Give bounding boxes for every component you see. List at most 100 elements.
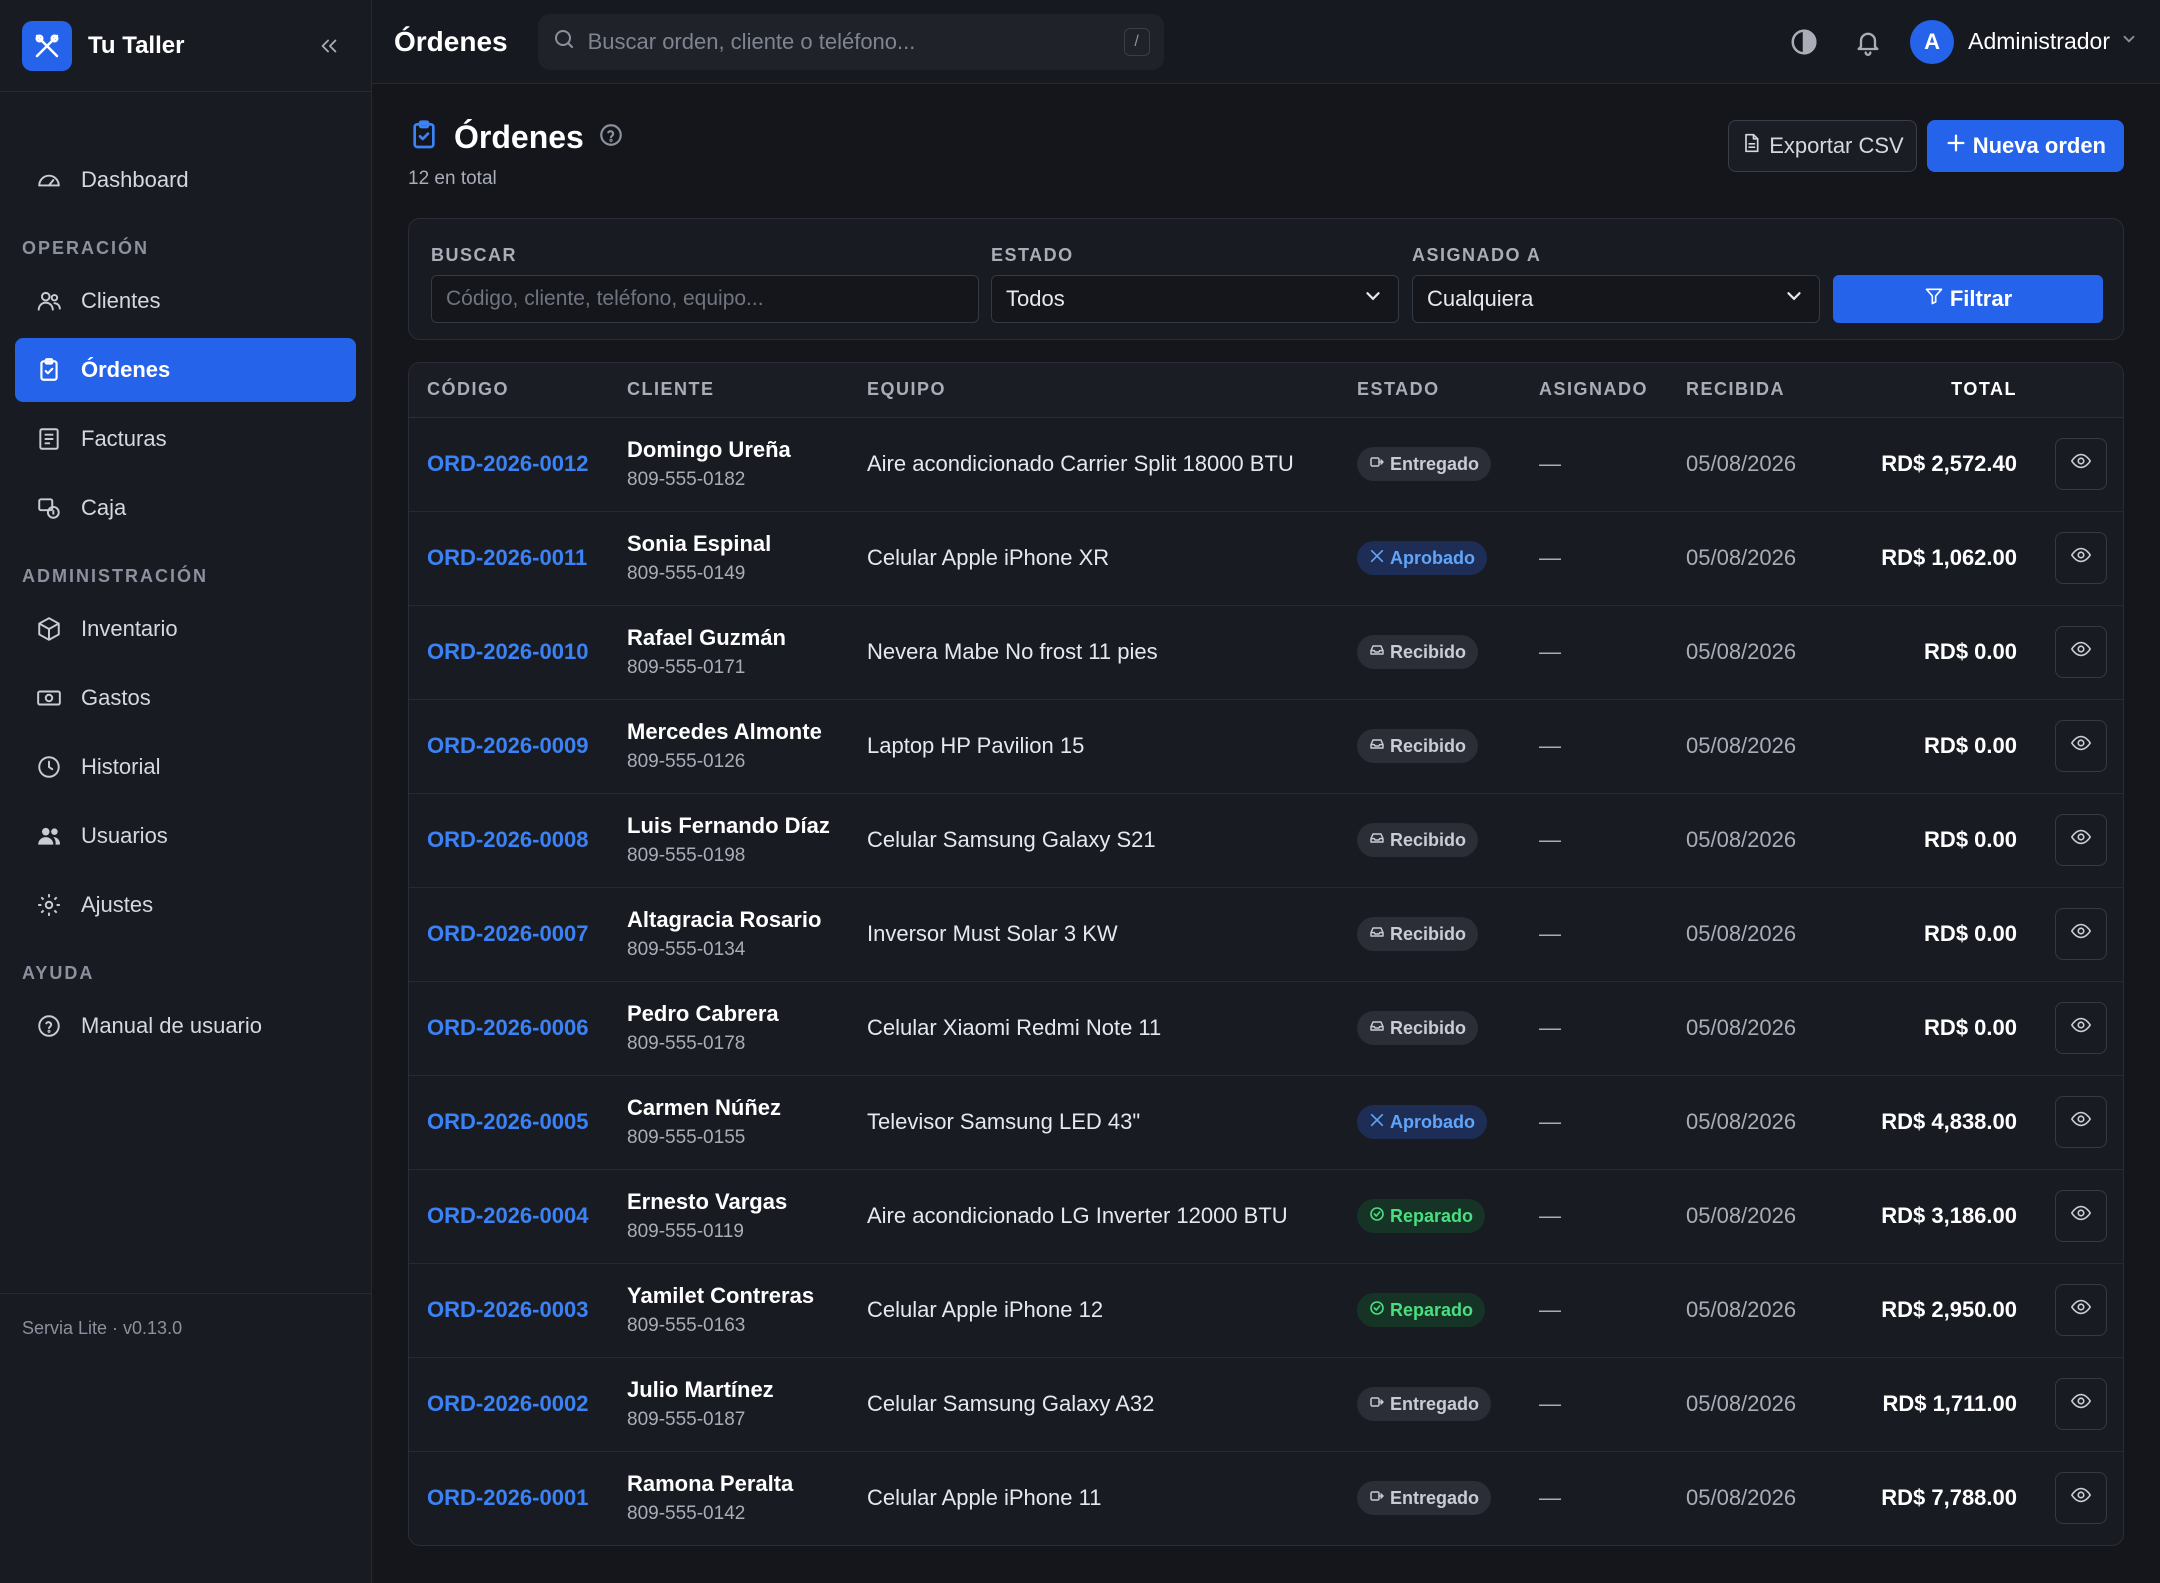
sidebar-item-facturas[interactable]: Facturas bbox=[15, 407, 356, 471]
sidebar-item-inventario[interactable]: Inventario bbox=[15, 597, 356, 661]
table-row[interactable]: ORD-2026-0010 Rafael Guzmán 809-555-0171 Ne… bbox=[409, 605, 2123, 700]
table-row[interactable]: ORD-2026-0009 Mercedes Almonte 809-555-012… bbox=[409, 699, 2123, 794]
order-code-link[interactable]: ORD-2026-0001 bbox=[427, 1485, 588, 1510]
global-search[interactable]: / bbox=[537, 13, 1164, 70]
bell-icon[interactable] bbox=[1846, 20, 1890, 64]
status-badge-label: Recibido bbox=[1390, 735, 1467, 756]
order-code-link[interactable]: ORD-2026-0007 bbox=[427, 921, 588, 946]
actions-cell bbox=[2017, 605, 2123, 700]
view-order-button[interactable] bbox=[2055, 1472, 2107, 1525]
filter-button[interactable]: Filtrar bbox=[1833, 275, 2103, 323]
order-code-link[interactable]: ORD-2026-0010 bbox=[427, 639, 588, 664]
client-cell: Ernesto Vargas 809-555-0119 bbox=[627, 1169, 867, 1264]
sidebar-item-gastos[interactable]: Gastos bbox=[15, 666, 356, 730]
view-order-button[interactable] bbox=[2055, 1002, 2107, 1054]
client-cell: Pedro Cabrera 809-555-0178 bbox=[627, 981, 867, 1076]
view-order-button[interactable] bbox=[2055, 626, 2107, 678]
column-header[interactable]: CLIENTE bbox=[627, 363, 867, 418]
view-order-button[interactable] bbox=[2055, 908, 2107, 960]
order-code-cell: ORD-2026-0003 bbox=[409, 1263, 627, 1358]
view-order-button[interactable] bbox=[2055, 814, 2107, 866]
table-row[interactable]: ORD-2026-0012 Domingo Ureña 809-555-0182 Ai… bbox=[409, 417, 2123, 512]
table-row[interactable]: ORD-2026-0001 Ramona Peralta 809-555-0142 C… bbox=[409, 1451, 2123, 1545]
column-header[interactable]: ESTADO bbox=[1357, 363, 1539, 418]
status-filter-label: ESTADO bbox=[991, 245, 1074, 265]
client-cell: Sonia Espinal 809-555-0149 bbox=[627, 511, 867, 606]
order-code-cell: ORD-2026-0008 bbox=[409, 793, 627, 888]
sidebar-section-title: OPERACIÓN bbox=[22, 238, 150, 258]
eye-icon bbox=[2070, 1296, 2092, 1324]
view-order-button[interactable] bbox=[2055, 720, 2107, 772]
sidebar-item-manual-de-usuario[interactable]: Manual de usuario bbox=[15, 994, 356, 1058]
sidebar-item-clientes[interactable]: Clientes bbox=[15, 269, 356, 333]
global-search-input[interactable] bbox=[587, 28, 1124, 55]
received-date-cell: 05/08/2026 bbox=[1686, 1263, 1841, 1358]
equipment-cell: Aire acondicionado LG Inverter 12000 BTU bbox=[867, 1169, 1357, 1264]
view-order-button[interactable] bbox=[2055, 1378, 2107, 1430]
search-filter-input[interactable] bbox=[446, 287, 964, 311]
status-badge-label: Entregado bbox=[1390, 453, 1480, 474]
sidebar-item-caja[interactable]: Caja bbox=[15, 476, 356, 540]
order-code-link[interactable]: ORD-2026-0012 bbox=[427, 451, 588, 476]
sidebar-item-historial[interactable]: Historial bbox=[15, 735, 356, 799]
column-header[interactable]: TOTAL bbox=[1841, 363, 2017, 418]
search-filter-field[interactable] bbox=[431, 275, 979, 323]
wrench-logo-icon bbox=[22, 20, 72, 71]
status-cell: Entregado bbox=[1357, 1451, 1539, 1545]
status-badge-label: Entregado bbox=[1390, 1487, 1480, 1508]
table-row[interactable]: ORD-2026-0006 Pedro Cabrera 809-555-0178 Ce… bbox=[409, 981, 2123, 1076]
total-cell: RD$ 0.00 bbox=[1841, 699, 2017, 794]
table-row[interactable]: ORD-2026-0011 Sonia Espinal 809-555-0149 Ce… bbox=[409, 511, 2123, 606]
table-row[interactable]: ORD-2026-0008 Luis Fernando Díaz 809-555-0… bbox=[409, 793, 2123, 888]
users-icon bbox=[35, 287, 63, 315]
table-row[interactable]: ORD-2026-0004 Ernesto Vargas 809-555-0119 A… bbox=[409, 1169, 2123, 1264]
status-select[interactable]: Todos bbox=[991, 275, 1399, 323]
sidebar-item-dashboard[interactable]: Dashboard bbox=[15, 148, 356, 212]
view-order-button[interactable] bbox=[2055, 1284, 2107, 1336]
table-row[interactable]: ORD-2026-0002 Julio Martínez 809-555-0187 C… bbox=[409, 1357, 2123, 1452]
client-cell: Mercedes Almonte 809-555-0126 bbox=[627, 699, 867, 794]
eye-icon bbox=[2070, 920, 2092, 948]
theme-toggle-icon[interactable] bbox=[1782, 20, 1826, 64]
view-order-button[interactable] bbox=[2055, 1096, 2107, 1148]
received-date-cell: 05/08/2026 bbox=[1686, 605, 1841, 700]
new-order-button[interactable]: Nueva orden bbox=[1926, 120, 2124, 172]
column-header[interactable]: EQUIPO bbox=[867, 363, 1357, 418]
order-code-link[interactable]: ORD-2026-0008 bbox=[427, 827, 588, 852]
total-cell: RD$ 0.00 bbox=[1841, 793, 2017, 888]
column-header[interactable]: RECIBIDA bbox=[1686, 363, 1841, 418]
sidebar-item--rdenes[interactable]: Órdenes bbox=[15, 338, 356, 402]
client-cell: Ramona Peralta 809-555-0142 bbox=[627, 1451, 867, 1545]
view-order-button[interactable] bbox=[2055, 1190, 2107, 1242]
column-header[interactable]: CÓDIGO bbox=[409, 363, 627, 418]
export-csv-button[interactable]: Exportar CSV bbox=[1728, 120, 1917, 172]
user-name[interactable]: Administrador bbox=[1968, 28, 2110, 55]
help-icon[interactable] bbox=[598, 122, 624, 153]
order-code-link[interactable]: ORD-2026-0005 bbox=[427, 1109, 588, 1134]
view-order-button[interactable] bbox=[2055, 438, 2107, 490]
sidebar-item-usuarios[interactable]: Usuarios bbox=[15, 804, 356, 868]
sidebar-item-ajustes[interactable]: Ajustes bbox=[15, 873, 356, 937]
order-code-link[interactable]: ORD-2026-0006 bbox=[427, 1015, 588, 1040]
status-cell: Reparado bbox=[1357, 1263, 1539, 1358]
status-cell: Recibido bbox=[1357, 981, 1539, 1076]
table-row[interactable]: ORD-2026-0003 Yamilet Contreras 809-555-01… bbox=[409, 1263, 2123, 1358]
chevron-down-icon[interactable] bbox=[2120, 30, 2138, 53]
avatar[interactable]: A bbox=[1910, 19, 1955, 64]
actions-cell bbox=[2017, 981, 2123, 1076]
column-header[interactable]: ASIGNADO bbox=[1539, 363, 1686, 418]
table-row[interactable]: ORD-2026-0007 Altagracia Rosario 809-555-0… bbox=[409, 887, 2123, 982]
assigned-select[interactable]: Cualquiera bbox=[1412, 275, 1820, 323]
status-badge-label: Reparado bbox=[1390, 1205, 1474, 1226]
sidebar-item-label: Clientes bbox=[81, 288, 161, 313]
orders-table-body: ORD-2026-0012 Domingo Ureña 809-555-0182 Ai… bbox=[409, 417, 2123, 1545]
order-code-link[interactable]: ORD-2026-0002 bbox=[427, 1391, 588, 1416]
view-order-button[interactable] bbox=[2055, 532, 2107, 584]
order-code-link[interactable]: ORD-2026-0011 bbox=[427, 545, 587, 570]
order-code-link[interactable]: ORD-2026-0009 bbox=[427, 733, 588, 758]
order-code-link[interactable]: ORD-2026-0003 bbox=[427, 1297, 588, 1322]
table-row[interactable]: ORD-2026-0005 Carmen Núñez 809-555-0155 Tel… bbox=[409, 1075, 2123, 1170]
order-code-link[interactable]: ORD-2026-0004 bbox=[427, 1203, 588, 1228]
total-cell: RD$ 0.00 bbox=[1841, 605, 2017, 700]
collapse-sidebar-icon[interactable] bbox=[309, 26, 349, 66]
